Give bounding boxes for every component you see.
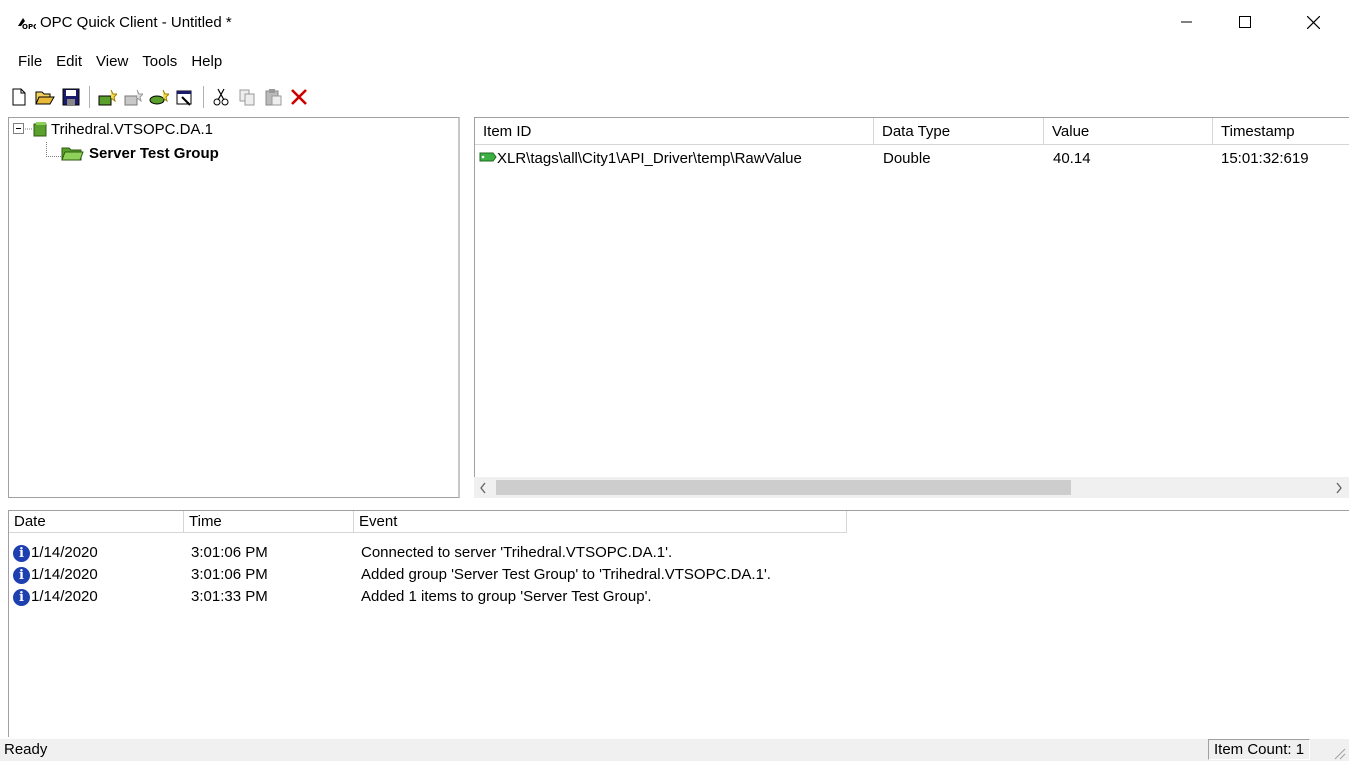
log-row[interactable]: i 1/14/2020 3:01:06 PM Connected to serv…	[9, 542, 1349, 564]
menu-edit[interactable]: Edit	[50, 51, 90, 73]
new-document-icon[interactable]	[8, 86, 30, 108]
paste-icon[interactable]	[262, 86, 284, 108]
tag-icon	[479, 149, 497, 171]
toolbar-separator	[203, 86, 204, 108]
log-header-time[interactable]: Time	[184, 511, 354, 533]
tree-group-label: Server Test Group	[89, 144, 219, 162]
menu-file[interactable]: File	[12, 51, 50, 73]
horizontal-scrollbar[interactable]	[474, 477, 1349, 498]
column-header-item-id[interactable]: Item ID	[475, 118, 874, 145]
log-event: Added group 'Server Test Group' to 'Trih…	[361, 566, 771, 583]
scroll-left-icon[interactable]	[478, 481, 488, 498]
log-date: 1/14/2020	[31, 566, 98, 583]
svg-text:OPC: OPC	[22, 23, 36, 30]
toolbar	[0, 80, 1349, 114]
menu-view[interactable]: View	[90, 51, 136, 73]
column-header-timestamp[interactable]: Timestamp	[1213, 118, 1349, 145]
info-icon: i	[13, 589, 30, 606]
log-row[interactable]: i 1/14/2020 3:01:33 PM Added 1 items to …	[9, 586, 1349, 608]
log-time: 3:01:06 PM	[191, 544, 268, 561]
log-row[interactable]: i 1/14/2020 3:01:06 PM Added group 'Serv…	[9, 564, 1349, 586]
event-log[interactable]: Date Time Event i 1/14/2020 3:01:06 PM C…	[8, 510, 1349, 737]
column-header-value[interactable]: Value	[1044, 118, 1213, 145]
minimize-button[interactable]	[1164, 0, 1210, 44]
scrollbar-thumb[interactable]	[496, 480, 1071, 495]
item-id-cell: XLR\tags\all\City1\API_Driver\temp\RawVa…	[497, 150, 802, 167]
items-list[interactable]: Item ID Data Type Value Timestamp XLR\ta…	[474, 117, 1349, 498]
log-header-event[interactable]: Event	[354, 511, 847, 533]
menu-tools[interactable]: Tools	[136, 51, 185, 73]
item-count-panel: Item Count: 1	[1208, 739, 1311, 760]
copy-icon[interactable]	[236, 86, 258, 108]
menu-help[interactable]: Help	[185, 51, 230, 73]
info-icon: i	[13, 545, 30, 562]
status-bar: Ready Item Count: 1	[0, 739, 1349, 761]
status-text: Ready	[4, 741, 48, 758]
column-header-data-type[interactable]: Data Type	[874, 118, 1044, 145]
delete-icon[interactable]	[288, 86, 310, 108]
log-header-date[interactable]: Date	[9, 511, 184, 533]
info-icon: i	[13, 567, 30, 584]
group-folder-icon	[61, 147, 84, 161]
log-event: Connected to server 'Trihedral.VTSOPC.DA…	[361, 544, 673, 561]
tree-connector	[46, 142, 61, 157]
window-title: OPC Quick Client - Untitled *	[40, 14, 232, 31]
close-button[interactable]	[1290, 0, 1336, 44]
log-time: 3:01:33 PM	[191, 588, 268, 605]
title-bar: OPC OPC Quick Client - Untitled *	[0, 0, 1349, 44]
value-cell: 40.14	[1053, 150, 1091, 167]
collapse-icon[interactable]	[13, 123, 25, 135]
properties-icon[interactable]	[174, 86, 196, 108]
save-icon[interactable]	[60, 86, 82, 108]
scroll-right-icon[interactable]	[1334, 481, 1344, 498]
open-folder-icon[interactable]	[34, 86, 56, 108]
data-type-cell: Double	[883, 150, 931, 167]
new-group-icon[interactable]	[122, 86, 144, 108]
log-event: Added 1 items to group 'Server Test Grou…	[361, 588, 652, 605]
server-tree[interactable]: Trihedral.VTSOPC.DA.1 Server Test Group	[8, 117, 460, 498]
new-server-icon[interactable]	[96, 86, 118, 108]
opc-app-icon[interactable]: OPC	[16, 16, 38, 31]
timestamp-cell: 15:01:32:619	[1221, 150, 1309, 167]
toolbar-separator	[89, 86, 90, 108]
server-icon	[25, 122, 47, 137]
tree-server-label: Trihedral.VTSOPC.DA.1	[51, 120, 213, 138]
log-time: 3:01:06 PM	[191, 566, 268, 583]
resize-grip-icon[interactable]	[1332, 746, 1346, 760]
maximize-button[interactable]	[1222, 0, 1268, 44]
log-date: 1/14/2020	[31, 588, 98, 605]
menu-bar: File Edit View Tools Help	[0, 51, 1349, 73]
tree-node-server[interactable]: Trihedral.VTSOPC.DA.1	[13, 120, 213, 138]
new-item-icon[interactable]	[148, 86, 170, 108]
tree-node-group[interactable]: Server Test Group	[61, 144, 219, 162]
log-date: 1/14/2020	[31, 544, 98, 561]
cut-icon[interactable]	[210, 86, 232, 108]
